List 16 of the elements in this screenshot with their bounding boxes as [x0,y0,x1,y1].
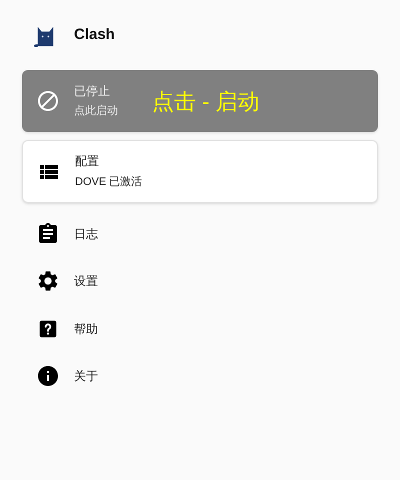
info-icon [36,364,60,388]
settings-icon [36,269,60,294]
menu-item[interactable]: 设置 [0,258,400,305]
annotation-text: 点击 - 启动 [152,88,260,116]
profile-title: 配置 [75,153,100,170]
profile-card[interactable]: 配置 DOVE 已激活 [22,140,378,203]
menu-item[interactable]: 帮助 [0,305,400,352]
status-subtitle: 点此启动 [74,104,119,120]
stop-icon [36,89,60,113]
status-title: 已停止 [74,83,111,100]
menu-item[interactable]: 日志 [0,210,400,258]
menu-item[interactable]: 关于 [0,352,400,400]
app-title: Clash [74,24,115,45]
clipboard-icon [36,222,60,246]
status-card[interactable]: 已停止 点此启动 点击 - 启动 [22,70,378,132]
profile-subtitle: DOVE 已激活 [75,175,142,190]
